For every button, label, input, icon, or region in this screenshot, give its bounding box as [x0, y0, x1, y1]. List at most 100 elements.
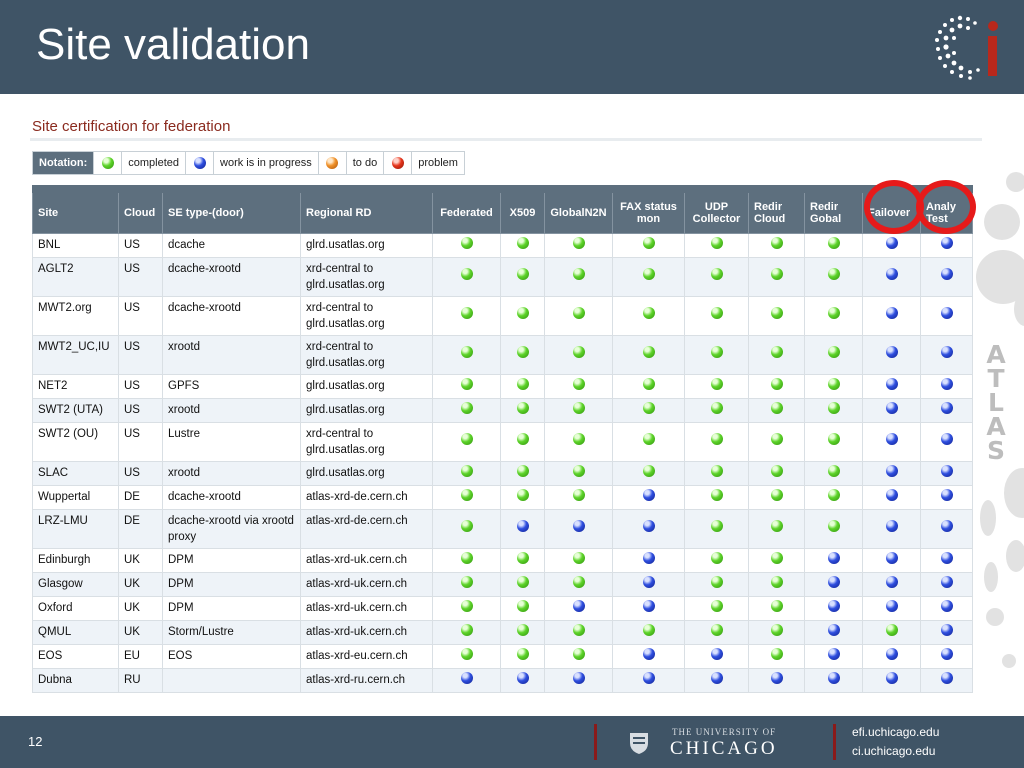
notation-legend: Notation: completed work is in progress …: [32, 151, 465, 175]
status-progress-icon: [940, 551, 953, 564]
site-cell: LRZ-LMU: [32, 508, 119, 549]
table-row: Oxford UK DPM atlas-xrd-uk.cern.ch: [32, 595, 973, 621]
status-cell: [920, 421, 973, 462]
table-row: Edinburgh UK DPM atlas-xrd-uk.cern.ch: [32, 547, 973, 573]
legend-progress-label: work is in progress: [213, 152, 318, 174]
site-cell: SLAC: [32, 460, 119, 486]
status-completed-icon: [572, 488, 585, 501]
status-cell: [612, 643, 685, 669]
site-certification-table: Site Cloud SE type-(door) Regional RD Fe…: [32, 185, 973, 693]
column-header-udp-collector: UDP Collector: [684, 185, 749, 234]
failover-highlight-circle: [864, 180, 924, 234]
status-completed-icon: [572, 623, 585, 636]
status-completed-icon: [572, 551, 585, 564]
status-completed-icon: [460, 488, 473, 501]
status-cell: [432, 460, 501, 486]
status-cell: [612, 508, 685, 549]
ci-url[interactable]: ci.uchicago.edu: [852, 744, 935, 758]
regional-rd-cell: atlas-xrd-eu.cern.ch: [300, 643, 433, 669]
status-completed-icon: [770, 551, 783, 564]
status-cell: [920, 619, 973, 645]
status-cell: [684, 334, 749, 375]
status-completed-icon: [516, 464, 529, 477]
status-cell: [804, 334, 863, 375]
status-completed-icon: [516, 236, 529, 249]
status-cell: [748, 643, 805, 669]
status-cell: [500, 421, 545, 462]
status-cell: [862, 571, 921, 597]
status-completed-icon: [516, 647, 529, 660]
status-cell: [684, 571, 749, 597]
site-cell: MWT2.org: [32, 295, 119, 336]
se-type-cell: xrootd: [162, 334, 301, 375]
cloud-cell: US: [118, 334, 163, 375]
legend-completed-icon: [93, 152, 121, 174]
status-cell: [432, 595, 501, 621]
status-cell: [862, 619, 921, 645]
status-cell: [684, 508, 749, 549]
efi-url[interactable]: efi.uchicago.edu: [852, 725, 939, 739]
status-cell: [432, 373, 501, 399]
status-cell: [920, 460, 973, 486]
regional-rd-cell: xrd-central to glrd.usatlas.org: [300, 334, 433, 375]
status-completed-icon: [710, 623, 723, 636]
status-completed-icon: [710, 346, 723, 358]
status-completed-icon: [710, 464, 723, 477]
status-completed-icon: [460, 647, 473, 660]
status-completed-icon: [710, 551, 723, 564]
status-completed-icon: [770, 236, 783, 249]
status-progress-icon: [940, 599, 953, 612]
status-completed-icon: [710, 268, 723, 280]
status-cell: [544, 595, 613, 621]
status-cell: [500, 667, 545, 693]
regional-rd-cell: atlas-xrd-uk.cern.ch: [300, 571, 433, 597]
status-cell: [748, 619, 805, 645]
column-header-x509: X509: [500, 185, 545, 234]
status-cell: [862, 421, 921, 462]
table-row: QMUL UK Storm/Lustre atlas-xrd-uk.cern.ch: [32, 619, 973, 645]
status-progress-icon: [885, 520, 898, 532]
status-completed-icon: [516, 575, 529, 588]
decorative-circle: [984, 562, 998, 592]
status-cell: [862, 460, 921, 486]
status-cell: [684, 547, 749, 573]
status-progress-icon: [572, 599, 585, 612]
cloud-cell: US: [118, 373, 163, 399]
status-cell: [500, 595, 545, 621]
cloud-cell: US: [118, 295, 163, 336]
status-cell: [748, 595, 805, 621]
status-cell: [432, 334, 501, 375]
se-type-cell: EOS: [162, 643, 301, 669]
status-completed-icon: [827, 377, 840, 390]
atlas-logo-letter: S: [986, 436, 1005, 465]
status-cell: [500, 643, 545, 669]
status-cell: [544, 484, 613, 510]
status-progress-icon: [827, 647, 840, 660]
status-cell: [804, 232, 863, 258]
status-progress-icon: [642, 575, 655, 588]
status-progress-icon: [885, 236, 898, 249]
status-progress-icon: [940, 268, 953, 280]
status-progress-icon: [940, 671, 953, 684]
site-cell: AGLT2: [32, 256, 119, 297]
status-cell: [432, 295, 501, 336]
status-completed-icon: [710, 599, 723, 612]
status-cell: [500, 295, 545, 336]
status-completed-icon: [642, 268, 655, 280]
cloud-cell: EU: [118, 643, 163, 669]
status-cell: [612, 373, 685, 399]
status-cell: [804, 643, 863, 669]
status-progress-icon: [710, 647, 723, 660]
status-progress-icon: [827, 599, 840, 612]
status-completed-icon: [460, 377, 473, 390]
table-body: BNL US dcache glrd.usatlas.org AGLT2 US dcache…: [32, 232, 973, 693]
status-cell: [862, 295, 921, 336]
status-completed-icon: [642, 307, 655, 319]
status-cell: [804, 619, 863, 645]
status-cell: [748, 460, 805, 486]
regional-rd-cell: xrd-central to glrd.usatlas.org: [300, 256, 433, 297]
status-cell: [500, 547, 545, 573]
status-completed-icon: [572, 236, 585, 249]
decorative-circle: [1006, 540, 1024, 572]
regional-rd-cell: glrd.usatlas.org: [300, 373, 433, 399]
